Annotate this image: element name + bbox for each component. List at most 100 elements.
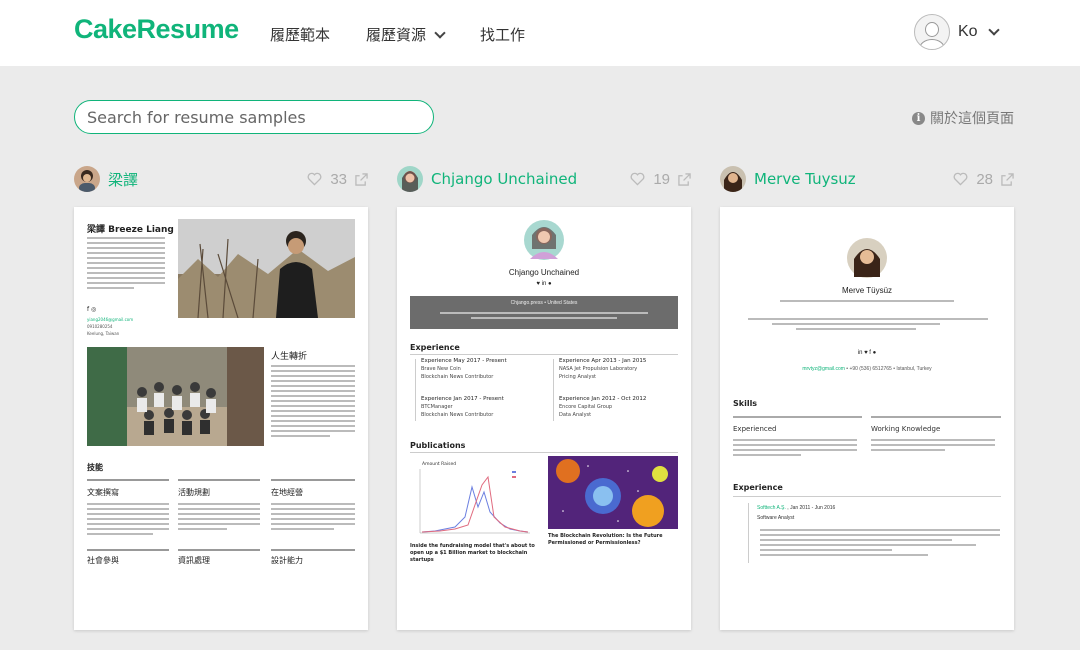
job-company: Softtech A.Ş. bbox=[757, 505, 786, 511]
author-avatar[interactable] bbox=[397, 166, 423, 192]
user-name: Ko bbox=[958, 23, 978, 40]
life-text bbox=[271, 365, 355, 440]
resume-card-preview[interactable]: 梁譯 Breeze Liang f ◎ yiang2046@gmail.com … bbox=[74, 207, 368, 630]
publications-title: Publications bbox=[410, 441, 466, 450]
chevron-down-icon bbox=[434, 26, 446, 39]
social-icons: in ♥ f ● bbox=[857, 350, 877, 356]
skill-text bbox=[871, 439, 995, 454]
skill-title: 活動規劃 bbox=[178, 488, 210, 497]
section-life-title: 人生轉折 bbox=[271, 352, 308, 362]
nav-label: 履歷範本 bbox=[270, 26, 331, 44]
about-label: 關於這個頁面 bbox=[930, 111, 1014, 127]
resume-intro-text bbox=[87, 237, 165, 292]
divider bbox=[271, 549, 355, 551]
top-navbar: CakeResume 履歷範本 履歷資源 找工作 Ko bbox=[0, 0, 1080, 66]
logo[interactable]: CakeResume bbox=[74, 14, 239, 45]
skill-title: 社會參與 bbox=[87, 556, 119, 565]
author-name[interactable]: Chjango Unchained bbox=[431, 170, 577, 188]
external-link-icon[interactable] bbox=[355, 172, 368, 186]
user-menu[interactable]: Ko bbox=[914, 14, 1000, 50]
resume-location: Istanbul, Turkey bbox=[896, 366, 932, 372]
divider bbox=[410, 354, 678, 355]
external-link-icon[interactable] bbox=[1001, 172, 1014, 186]
like-count: 19 bbox=[653, 170, 670, 188]
publication-image-thumbnail bbox=[548, 456, 678, 529]
heart-icon[interactable] bbox=[630, 172, 645, 186]
timeline-line bbox=[415, 359, 416, 421]
timeline-line bbox=[748, 503, 749, 563]
author-name[interactable]: Merve Tuysuz bbox=[754, 170, 856, 188]
like-count: 33 bbox=[330, 170, 347, 188]
nav-resume-templates[interactable]: 履歷範本 bbox=[270, 24, 330, 45]
skill-title: 文案撰寫 bbox=[87, 488, 119, 497]
author-avatar[interactable] bbox=[74, 166, 100, 192]
skill-title: 在地經營 bbox=[271, 488, 303, 497]
about-page-link[interactable]: i 關於這個頁面 bbox=[912, 108, 1014, 128]
card-header: Merve Tuysuz 28 bbox=[720, 165, 1014, 193]
contact-line: mrvtyz@gmail.com • +90 (536) 6512765 • I… bbox=[802, 366, 932, 372]
resume-name: 梁譯 Breeze Liang bbox=[87, 225, 174, 235]
experience-item: Experience Jan 2017 - Present BTCManager… bbox=[421, 396, 504, 418]
like-count: 28 bbox=[976, 170, 993, 188]
social-icons: ♥ in ● bbox=[536, 281, 552, 287]
experience-title: Experience bbox=[733, 483, 783, 492]
heart-icon[interactable] bbox=[953, 172, 968, 186]
skill-text bbox=[87, 503, 169, 538]
publication-chart-thumbnail: Amount Raised bbox=[410, 457, 539, 539]
skill-text bbox=[271, 503, 355, 533]
skill-title: 資訊處理 bbox=[178, 556, 210, 565]
publication-title: Inside the fundraising model that's abou… bbox=[410, 543, 535, 563]
group-photo bbox=[87, 347, 264, 446]
nav-find-jobs[interactable]: 找工作 bbox=[480, 24, 525, 45]
job-description bbox=[760, 529, 1000, 559]
divider bbox=[410, 452, 678, 453]
resume-email: mrvtyz@gmail.com bbox=[802, 366, 845, 372]
skill-column-title: Experienced bbox=[733, 425, 777, 433]
divider bbox=[733, 496, 1001, 497]
card-header: 梁譯 33 bbox=[74, 165, 368, 193]
heart-icon[interactable] bbox=[307, 172, 322, 186]
skill-text bbox=[178, 503, 260, 533]
resume-phone: 0910280254 bbox=[87, 324, 113, 329]
author-name[interactable]: 梁譯 bbox=[108, 169, 138, 190]
chevron-down-icon bbox=[987, 24, 1000, 36]
chart-title: Amount Raised bbox=[422, 461, 456, 467]
social-icons: f ◎ bbox=[87, 306, 97, 313]
resume-email: yiang2046@gmail.com bbox=[87, 317, 134, 322]
experience-item: Experience May 2017 - Present Brave New … bbox=[421, 358, 507, 380]
skill-text bbox=[733, 439, 857, 459]
experience-title: Experience bbox=[410, 343, 460, 352]
skill-title: 設計能力 bbox=[271, 556, 303, 565]
resume-avatar bbox=[847, 238, 887, 278]
divider bbox=[271, 479, 355, 481]
divider bbox=[178, 549, 260, 551]
avatar bbox=[914, 14, 950, 50]
publication-title: The Blockchain Revolution: Is the Future… bbox=[548, 533, 663, 546]
highlights-text bbox=[748, 318, 988, 333]
job-role: Software Analyst bbox=[757, 515, 795, 521]
author-avatar[interactable] bbox=[720, 166, 746, 192]
resume-card-preview[interactable]: Merve Tüysüz in ♥ f ● mrvtyz@gmail.com •… bbox=[720, 207, 1014, 630]
skill-column-title: Working Knowledge bbox=[871, 425, 941, 433]
resume-location: Keelung, Taiwan bbox=[87, 331, 120, 336]
resume-phone: +90 (536) 6512765 bbox=[849, 366, 892, 372]
nav-resume-resources[interactable]: 履歷資源 bbox=[366, 24, 446, 45]
timeline-line bbox=[553, 359, 554, 421]
external-link-icon[interactable] bbox=[678, 172, 691, 186]
section-skills-title: 技能 bbox=[87, 463, 103, 472]
banner-line: Chjango.press • United States bbox=[510, 300, 578, 306]
skills-title: Skills bbox=[733, 399, 758, 408]
divider bbox=[87, 549, 169, 551]
divider bbox=[733, 416, 862, 418]
resume-photo bbox=[178, 219, 355, 318]
resume-name: Merve Tüysüz bbox=[841, 286, 893, 295]
divider bbox=[87, 479, 169, 481]
nav-label: 履歷資源 bbox=[366, 26, 427, 44]
divider bbox=[871, 416, 1001, 418]
divider bbox=[178, 479, 260, 481]
experience-item: Experience Jan 2012 - Oct 2012 Encore Ca… bbox=[559, 396, 647, 418]
resume-banner: Chjango.press • United States bbox=[410, 296, 678, 329]
search-input[interactable] bbox=[74, 100, 434, 134]
resume-card-preview[interactable]: Chjango Unchained ♥ in ● Chjango.press •… bbox=[397, 207, 691, 630]
job-period: Jan 2011 - Jun 2016 bbox=[790, 505, 836, 511]
